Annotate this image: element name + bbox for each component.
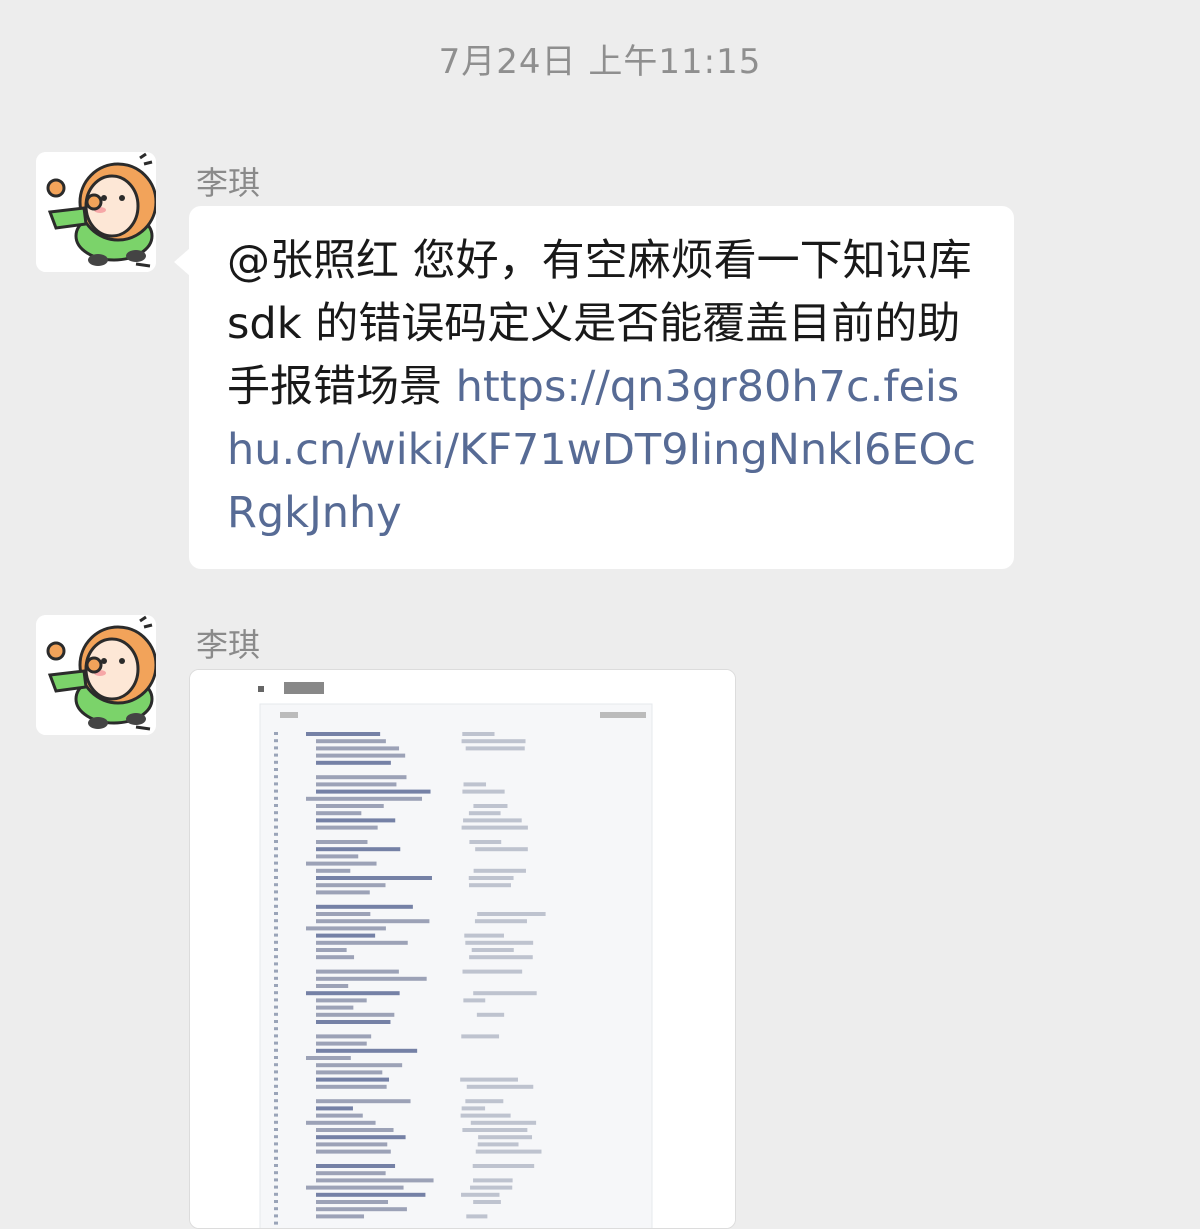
bubble-tail [174, 248, 190, 276]
sender-avatar[interactable] [36, 615, 156, 735]
sender-avatar[interactable] [36, 152, 156, 272]
image-message-bubble[interactable] [189, 669, 736, 1229]
text-message-bubble[interactable]: @张照红 您好，有空麻烦看一下知识库 sdk 的错误码定义是否能覆盖目前的助手报… [189, 206, 1014, 569]
chat-timestamp: 7月24日 上午11:15 [438, 42, 762, 82]
document-preview-image [190, 670, 735, 1228]
sender-name: 李琪 [196, 626, 261, 664]
sender-name: 李琪 [196, 164, 261, 202]
cartoon-avatar-icon [36, 152, 156, 272]
message-text: @张照红 您好，有空麻烦看一下知识库 sdk 的错误码定义是否能覆盖目前的助手报… [227, 230, 978, 545]
cartoon-avatar-icon [36, 615, 156, 735]
